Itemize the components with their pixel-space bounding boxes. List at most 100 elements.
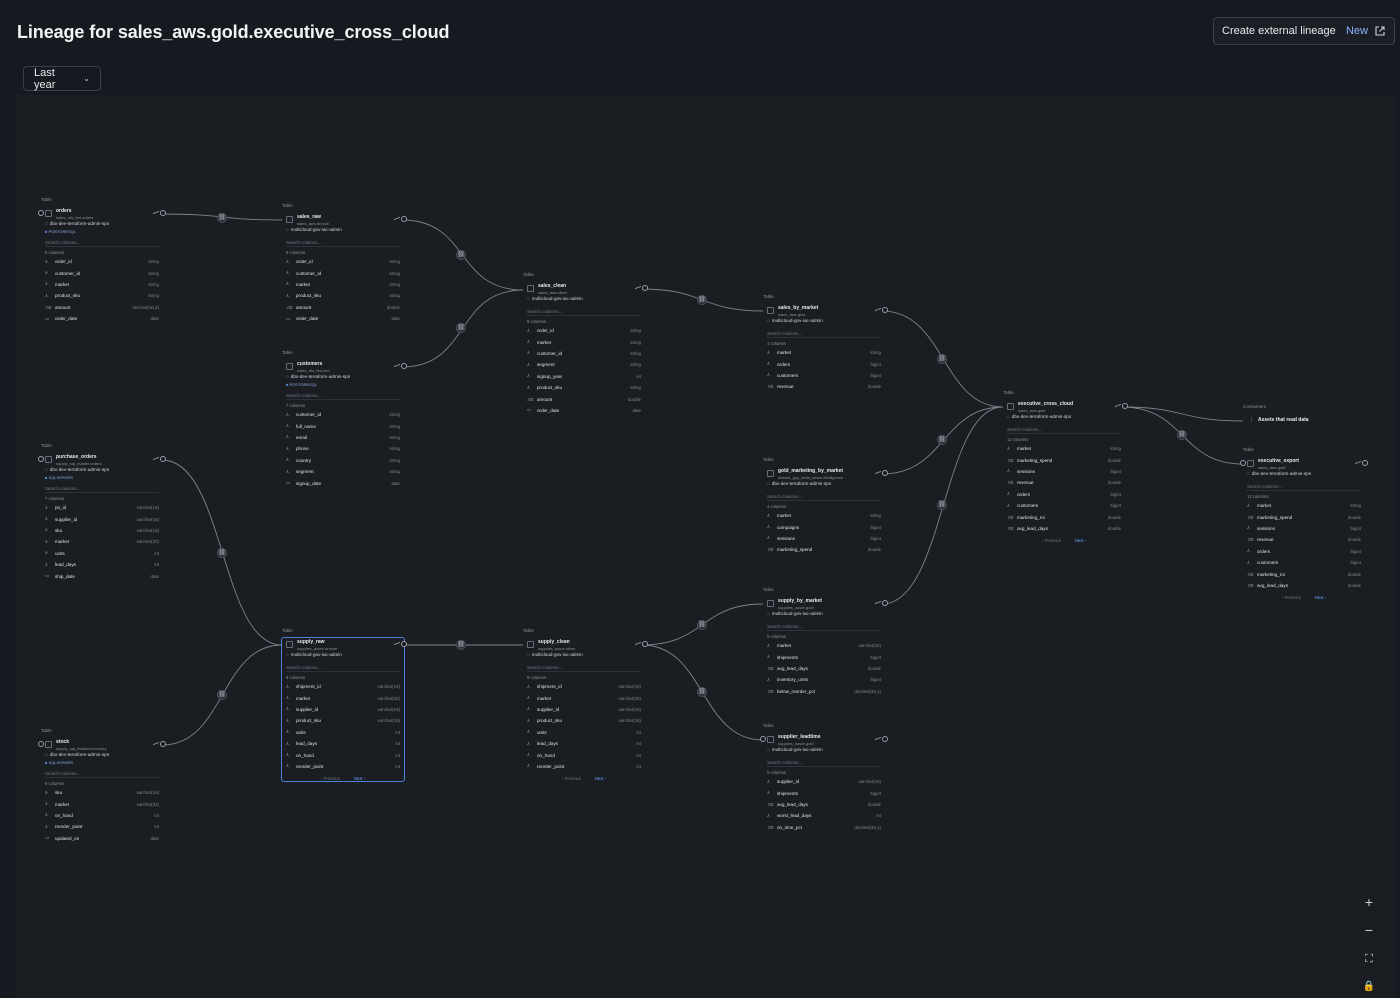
column-row[interactable]: ⅄ po_id varchar(16) — [41, 502, 163, 513]
edge-collapse-icon[interactable]: ⛓ — [456, 250, 466, 260]
node-header[interactable]: orders sales_rds_fed.orders — [41, 207, 163, 220]
column-row[interactable]: ⅄ country string — [282, 455, 404, 466]
table-node-supply-clean[interactable]: Table supply_clean supplies_azure.silver… — [523, 628, 648, 781]
collapse-icon[interactable] — [1355, 457, 1361, 465]
column-row[interactable]: ▭ ship_date date — [41, 570, 163, 581]
column-row[interactable]: ⅄ market string — [282, 279, 404, 290]
column-row[interactable]: ⅄ units int — [41, 548, 163, 559]
column-row[interactable]: ⅄ customer_id string — [41, 267, 163, 278]
column-row[interactable]: ⅄ inventory_units bigint — [763, 674, 885, 685]
expand-downstream-handle[interactable] — [401, 641, 407, 647]
expand-upstream-handle[interactable] — [38, 741, 44, 747]
lineage-canvas[interactable] — [15, 95, 1395, 998]
column-row[interactable]: ▭ signup_date date — [282, 477, 404, 488]
column-row[interactable]: ⅄ email string — [282, 432, 404, 443]
column-row[interactable]: ⅄ product_sku string — [282, 290, 404, 301]
search-columns-input[interactable]: Search columns... — [1007, 426, 1121, 434]
column-row[interactable]: ⅄ market string — [1243, 500, 1365, 511]
edge-collapse-icon[interactable]: ⛓ — [217, 213, 227, 223]
edge-collapse-icon[interactable]: ⛓ — [217, 690, 227, 700]
table-node-sales-raw[interactable]: Table sales_raw sales_aws.bronze multicl… — [282, 203, 407, 324]
column-row[interactable]: ⅄ sku varchar(16) — [41, 525, 163, 536]
column-row[interactable]: ⅄ sessions bigint — [1243, 523, 1365, 534]
zoom-out-button[interactable]: − — [1359, 920, 1379, 940]
column-row[interactable]: ⅄ supplier_id varchar(16) — [282, 704, 404, 715]
expand-downstream-handle[interactable] — [882, 736, 888, 742]
expand-downstream-handle[interactable] — [160, 741, 166, 747]
table-node-purchase-orders[interactable]: Table purchase_orders supply_sql_master.… — [38, 443, 166, 582]
column-row[interactable]: ⅄ order_id string — [41, 256, 163, 267]
column-row[interactable]: ⅄ units int — [282, 727, 404, 738]
column-row[interactable]: ⅄ segment string — [282, 466, 404, 477]
expand-upstream-handle[interactable] — [1240, 460, 1246, 466]
search-columns-input[interactable]: Search columns... — [286, 239, 400, 247]
expand-downstream-handle[interactable] — [401, 363, 407, 369]
expand-downstream-handle[interactable] — [642, 641, 648, 647]
search-columns-input[interactable]: Search columns... — [527, 664, 641, 672]
column-row[interactable]: .00 revenue double — [763, 381, 885, 392]
expand-downstream-handle[interactable] — [401, 216, 407, 222]
column-row[interactable]: ⅄ product_sku varchar(16) — [282, 715, 404, 726]
column-row[interactable]: ⅄ shipment_id varchar(16) — [523, 681, 645, 692]
column-row[interactable]: ⅄ signup_year int — [523, 371, 645, 382]
column-row[interactable]: ⅄ units int — [523, 727, 645, 738]
expand-upstream-handle[interactable] — [760, 736, 766, 742]
search-columns-input[interactable]: Search columns... — [767, 330, 881, 338]
column-row[interactable]: ⅄ lead_days int — [282, 738, 404, 749]
column-row[interactable]: .00 on_time_pct decimal(26,1) — [763, 822, 885, 833]
edge-collapse-icon[interactable]: ⛓ — [456, 323, 466, 333]
column-row[interactable]: ⅄ on_hand int — [282, 749, 404, 760]
consumers-node[interactable]: Consumers ⋮ Assets that read data — [1243, 404, 1361, 425]
node-header[interactable]: supplier_leadtime supplies_azure.gold — [763, 733, 885, 746]
column-row[interactable]: ▭ order_date date — [282, 313, 404, 324]
next-button[interactable]: Next › — [354, 776, 365, 781]
column-row[interactable]: ⅄ customer_id string — [282, 409, 404, 420]
column-row[interactable]: ⅄ order_id string — [523, 325, 645, 336]
lock-icon[interactable]: 🔒 — [1359, 977, 1379, 997]
column-row[interactable]: ⅄ customers bigint — [1003, 500, 1125, 511]
expand-downstream-handle[interactable] — [1362, 460, 1368, 466]
column-row[interactable]: ⅄ shipments bigint — [763, 651, 885, 662]
column-row[interactable]: ▭ updated_on date — [41, 833, 163, 844]
node-header[interactable]: sales_clean sales_aws.silver — [523, 282, 645, 295]
table-node-orders[interactable]: Table orders sales_rds_fed.orders dbx-de… — [38, 197, 166, 324]
column-row[interactable]: ⅄ supplier_id varchar(16) — [41, 513, 163, 524]
expand-downstream-handle[interactable] — [160, 210, 166, 216]
column-row[interactable]: .00 avg_lead_days double — [1003, 523, 1125, 534]
next-button[interactable]: Next › — [1075, 538, 1086, 543]
column-row[interactable]: ⅄ sessions bigint — [1003, 466, 1125, 477]
edge-collapse-icon[interactable]: ⛓ — [697, 295, 707, 305]
column-row[interactable]: .00 below_reorder_pct decimal(26,1) — [763, 686, 885, 697]
column-row[interactable]: ▭ order_date date — [41, 313, 163, 324]
column-row[interactable]: .00 marketing_spend double — [1003, 454, 1125, 465]
table-node-sales-by-market[interactable]: Table sales_by_market sales_aws.gold mul… — [763, 294, 888, 393]
expand-downstream-handle[interactable] — [882, 307, 888, 313]
column-row[interactable]: .00 avg_lead_days double — [763, 799, 885, 810]
column-row[interactable]: ⅄ on_hand int — [523, 749, 645, 760]
column-row[interactable]: ⅄ supplier_id varchar(16) — [763, 776, 885, 787]
edge-collapse-icon[interactable]: ⛓ — [937, 500, 947, 510]
expand-downstream-handle[interactable] — [882, 600, 888, 606]
previous-button[interactable]: ‹ Previous — [1042, 538, 1061, 543]
expand-downstream-handle[interactable] — [1122, 403, 1128, 409]
column-row[interactable]: ⅄ shipment_id varchar(16) — [282, 681, 404, 692]
edge-collapse-icon[interactable]: ⛓ — [937, 435, 947, 445]
collapse-icon[interactable] — [1115, 400, 1121, 408]
edge-collapse-icon[interactable]: ⛓ — [456, 640, 466, 650]
node-header[interactable]: executive_cross_cloud sales_aws.gold — [1003, 400, 1125, 413]
column-row[interactable]: ⅄ reorder_point int — [523, 761, 645, 772]
column-row[interactable]: ⅄ customer_id string — [523, 348, 645, 359]
column-row[interactable]: ⅄ market string — [763, 347, 885, 358]
collapse-icon[interactable] — [394, 213, 400, 221]
node-header[interactable]: gold_marketing_by_market shared_gcp_delt… — [763, 467, 885, 480]
expand-downstream-handle[interactable] — [160, 456, 166, 462]
column-row[interactable]: ⅄ campaigns bigint — [763, 521, 885, 532]
table-node-supply-raw[interactable]: Table supply_raw supplies_azure.bronze m… — [281, 628, 407, 783]
column-row[interactable]: .00 avg_lead_days double — [1243, 580, 1365, 591]
column-row[interactable]: ⅄ worst_lead_days int — [763, 810, 885, 821]
table-node-sales-clean[interactable]: Table sales_clean sales_aws.silver multi… — [523, 272, 648, 416]
column-row[interactable]: .00 marketing_spend double — [1243, 511, 1365, 522]
edge-collapse-icon[interactable]: ⛓ — [697, 687, 707, 697]
next-button[interactable]: Next › — [595, 776, 606, 781]
column-row[interactable]: ⅄ on_hand int — [41, 810, 163, 821]
